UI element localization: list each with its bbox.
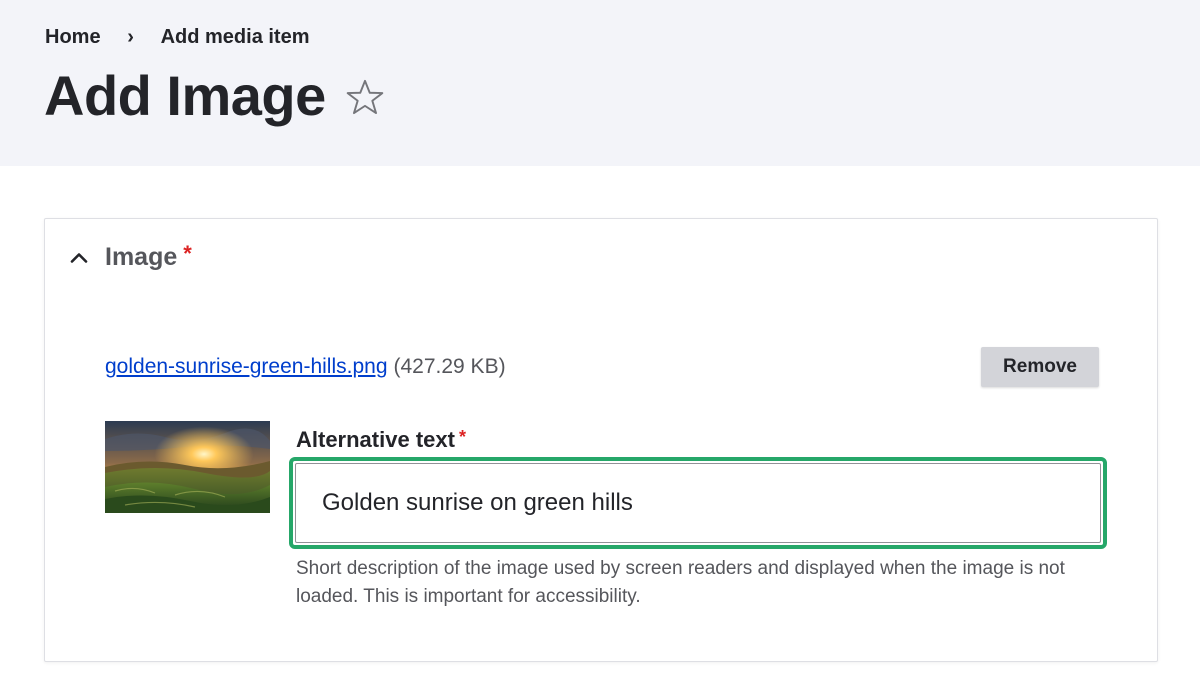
alt-text-label: Alternative text *	[296, 427, 466, 453]
file-size: (427.29 KB)	[393, 355, 506, 378]
page-title: Add Image	[44, 64, 326, 127]
sunrise-hills-thumbnail	[105, 421, 270, 513]
star-outline-icon[interactable]	[344, 77, 386, 119]
file-name-link[interactable]: golden-sunrise-green-hills.png	[105, 355, 388, 379]
page-header: Home › Add media item Add Image	[0, 0, 1200, 166]
required-marker: *	[183, 240, 192, 266]
image-field-toggle[interactable]: Image *	[67, 240, 192, 272]
alt-text-description: Short description of the image used by s…	[296, 558, 1065, 607]
alt-text-label-text: Alternative text	[296, 427, 455, 452]
page-title-row: Add Image	[44, 64, 386, 128]
image-thumbnail	[105, 421, 270, 513]
remove-button[interactable]: Remove	[981, 347, 1099, 387]
alt-text-input[interactable]	[295, 463, 1101, 543]
chevron-up-icon	[70, 252, 88, 263]
breadcrumb-home-link[interactable]: Home	[45, 26, 101, 49]
breadcrumb-separator: ›	[127, 26, 134, 48]
alt-text-required-marker: *	[458, 427, 466, 447]
file-info: golden-sunrise-green-hills.png (427.29 K…	[105, 355, 506, 379]
image-field-card: Image * golden-sunrise-green-hills.png (…	[44, 218, 1158, 662]
breadcrumb: Home › Add media item	[45, 26, 310, 49]
image-field-title: Image	[105, 243, 178, 271]
breadcrumb-add-media-item-link[interactable]: Add media item	[161, 26, 310, 49]
